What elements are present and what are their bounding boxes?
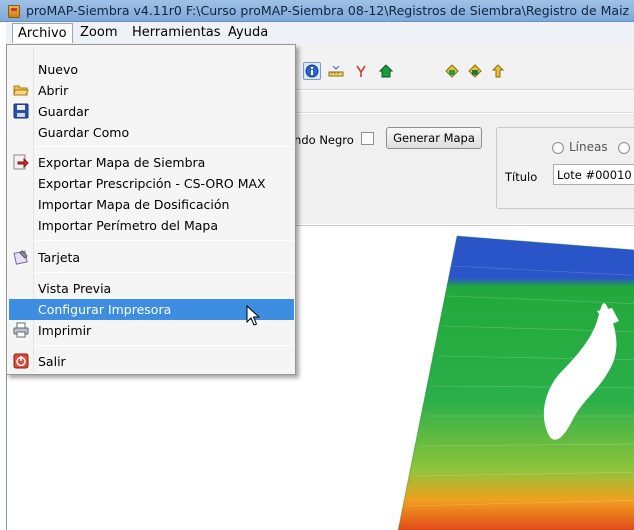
- measure-tool-button[interactable]: [327, 62, 345, 80]
- menu-item-importar-perimetro[interactable]: Importar Perímetro del Mapa: [9, 215, 294, 236]
- menu-item-label: Exportar Mapa de Siembra: [38, 155, 206, 170]
- menu-item-label: Importar Mapa de Dosificación: [38, 197, 230, 212]
- window-title: proMAP-Siembra v4.11r0 F:\Curso proMAP-S…: [26, 3, 630, 18]
- floppy-disk-icon: [13, 103, 29, 119]
- menu-item-nuevo[interactable]: Nuevo: [9, 59, 294, 80]
- menu-item-tarjeta[interactable]: Tarjeta: [9, 247, 294, 268]
- menu-item-label: Imprimir: [38, 323, 92, 338]
- menu-separator: [35, 240, 293, 241]
- generar-mapa-button[interactable]: Generar Mapa: [386, 127, 482, 149]
- menu-item-label: Importar Perímetro del Mapa: [38, 218, 219, 233]
- zoom-out-tool-button[interactable]: [466, 62, 484, 80]
- menu-separator: [35, 272, 293, 273]
- menu-zoom[interactable]: Zoom: [80, 25, 117, 40]
- path-tool-button[interactable]: [352, 62, 370, 80]
- zoom-out-house-icon: [468, 64, 482, 78]
- fondo-negro-label: ondo Negro: [287, 133, 354, 147]
- home-icon: [379, 64, 393, 78]
- menubar: Archivo Zoom Herramientas Ayuda: [6, 22, 634, 44]
- menu-item-importar-dosificacion[interactable]: Importar Mapa de Dosificación: [9, 194, 294, 215]
- menu-item-label: Salir: [38, 354, 66, 369]
- app-icon: [8, 5, 20, 18]
- pan-arrow-icon: [491, 64, 505, 78]
- second-radio[interactable]: [618, 142, 630, 154]
- menu-item-guardar-como[interactable]: Guardar Como: [9, 122, 294, 143]
- menu-item-label: Nuevo: [38, 62, 79, 77]
- info-tool-button[interactable]: [303, 62, 321, 80]
- mouse-cursor-icon: [246, 305, 261, 326]
- fondo-negro-checkbox[interactable]: [361, 132, 374, 145]
- window-titlebar[interactable]: proMAP-Siembra v4.11r0 F:\Curso proMAP-S…: [0, 0, 634, 22]
- pan-tool-button[interactable]: [489, 62, 507, 80]
- exit-icon: [13, 353, 29, 369]
- ruler-icon: [328, 65, 344, 77]
- zoom-in-tool-button[interactable]: [443, 62, 461, 80]
- info-icon: [305, 64, 319, 78]
- export-arrow-icon: [13, 154, 29, 170]
- printer-icon: [13, 322, 29, 338]
- lineas-radio[interactable]: [552, 142, 564, 154]
- menu-item-abrir[interactable]: Abrir: [9, 80, 294, 101]
- menu-item-label: Tarjeta: [38, 250, 81, 265]
- menu-item-label: Guardar: [38, 104, 89, 119]
- menu-item-guardar[interactable]: Guardar: [9, 101, 294, 122]
- menu-herramientas[interactable]: Herramientas: [132, 25, 221, 40]
- menu-item-exportar-prescripcion[interactable]: Exportar Prescripción - CS-ORO MAX: [9, 173, 294, 194]
- folder-open-icon: [13, 85, 29, 96]
- zoom-in-house-icon: [445, 64, 459, 78]
- menu-item-vista-previa[interactable]: Vista Previa: [9, 278, 294, 299]
- menu-item-label: Vista Previa: [38, 281, 112, 296]
- menu-archivo[interactable]: Archivo: [12, 23, 73, 43]
- card-icon: [13, 250, 28, 265]
- branch-icon: [356, 65, 366, 77]
- home-tool-button[interactable]: [377, 62, 395, 80]
- menu-item-salir[interactable]: Salir: [9, 351, 294, 372]
- titulo-label: Título: [505, 170, 538, 184]
- menu-item-exportar-mapa[interactable]: Exportar Mapa de Siembra: [9, 152, 294, 173]
- lineas-radio-label: Líneas: [569, 140, 608, 154]
- menu-ayuda[interactable]: Ayuda: [228, 25, 268, 40]
- titulo-input[interactable]: Lote #00010: [553, 164, 634, 185]
- menu-item-label: Configurar Impresora: [38, 302, 172, 317]
- menu-item-label: Exportar Prescripción - CS-ORO MAX: [38, 176, 266, 191]
- menu-item-label: Guardar Como: [38, 125, 130, 140]
- menu-separator: [35, 345, 293, 346]
- menu-separator: [35, 146, 293, 147]
- menu-item-label: Abrir: [38, 83, 69, 98]
